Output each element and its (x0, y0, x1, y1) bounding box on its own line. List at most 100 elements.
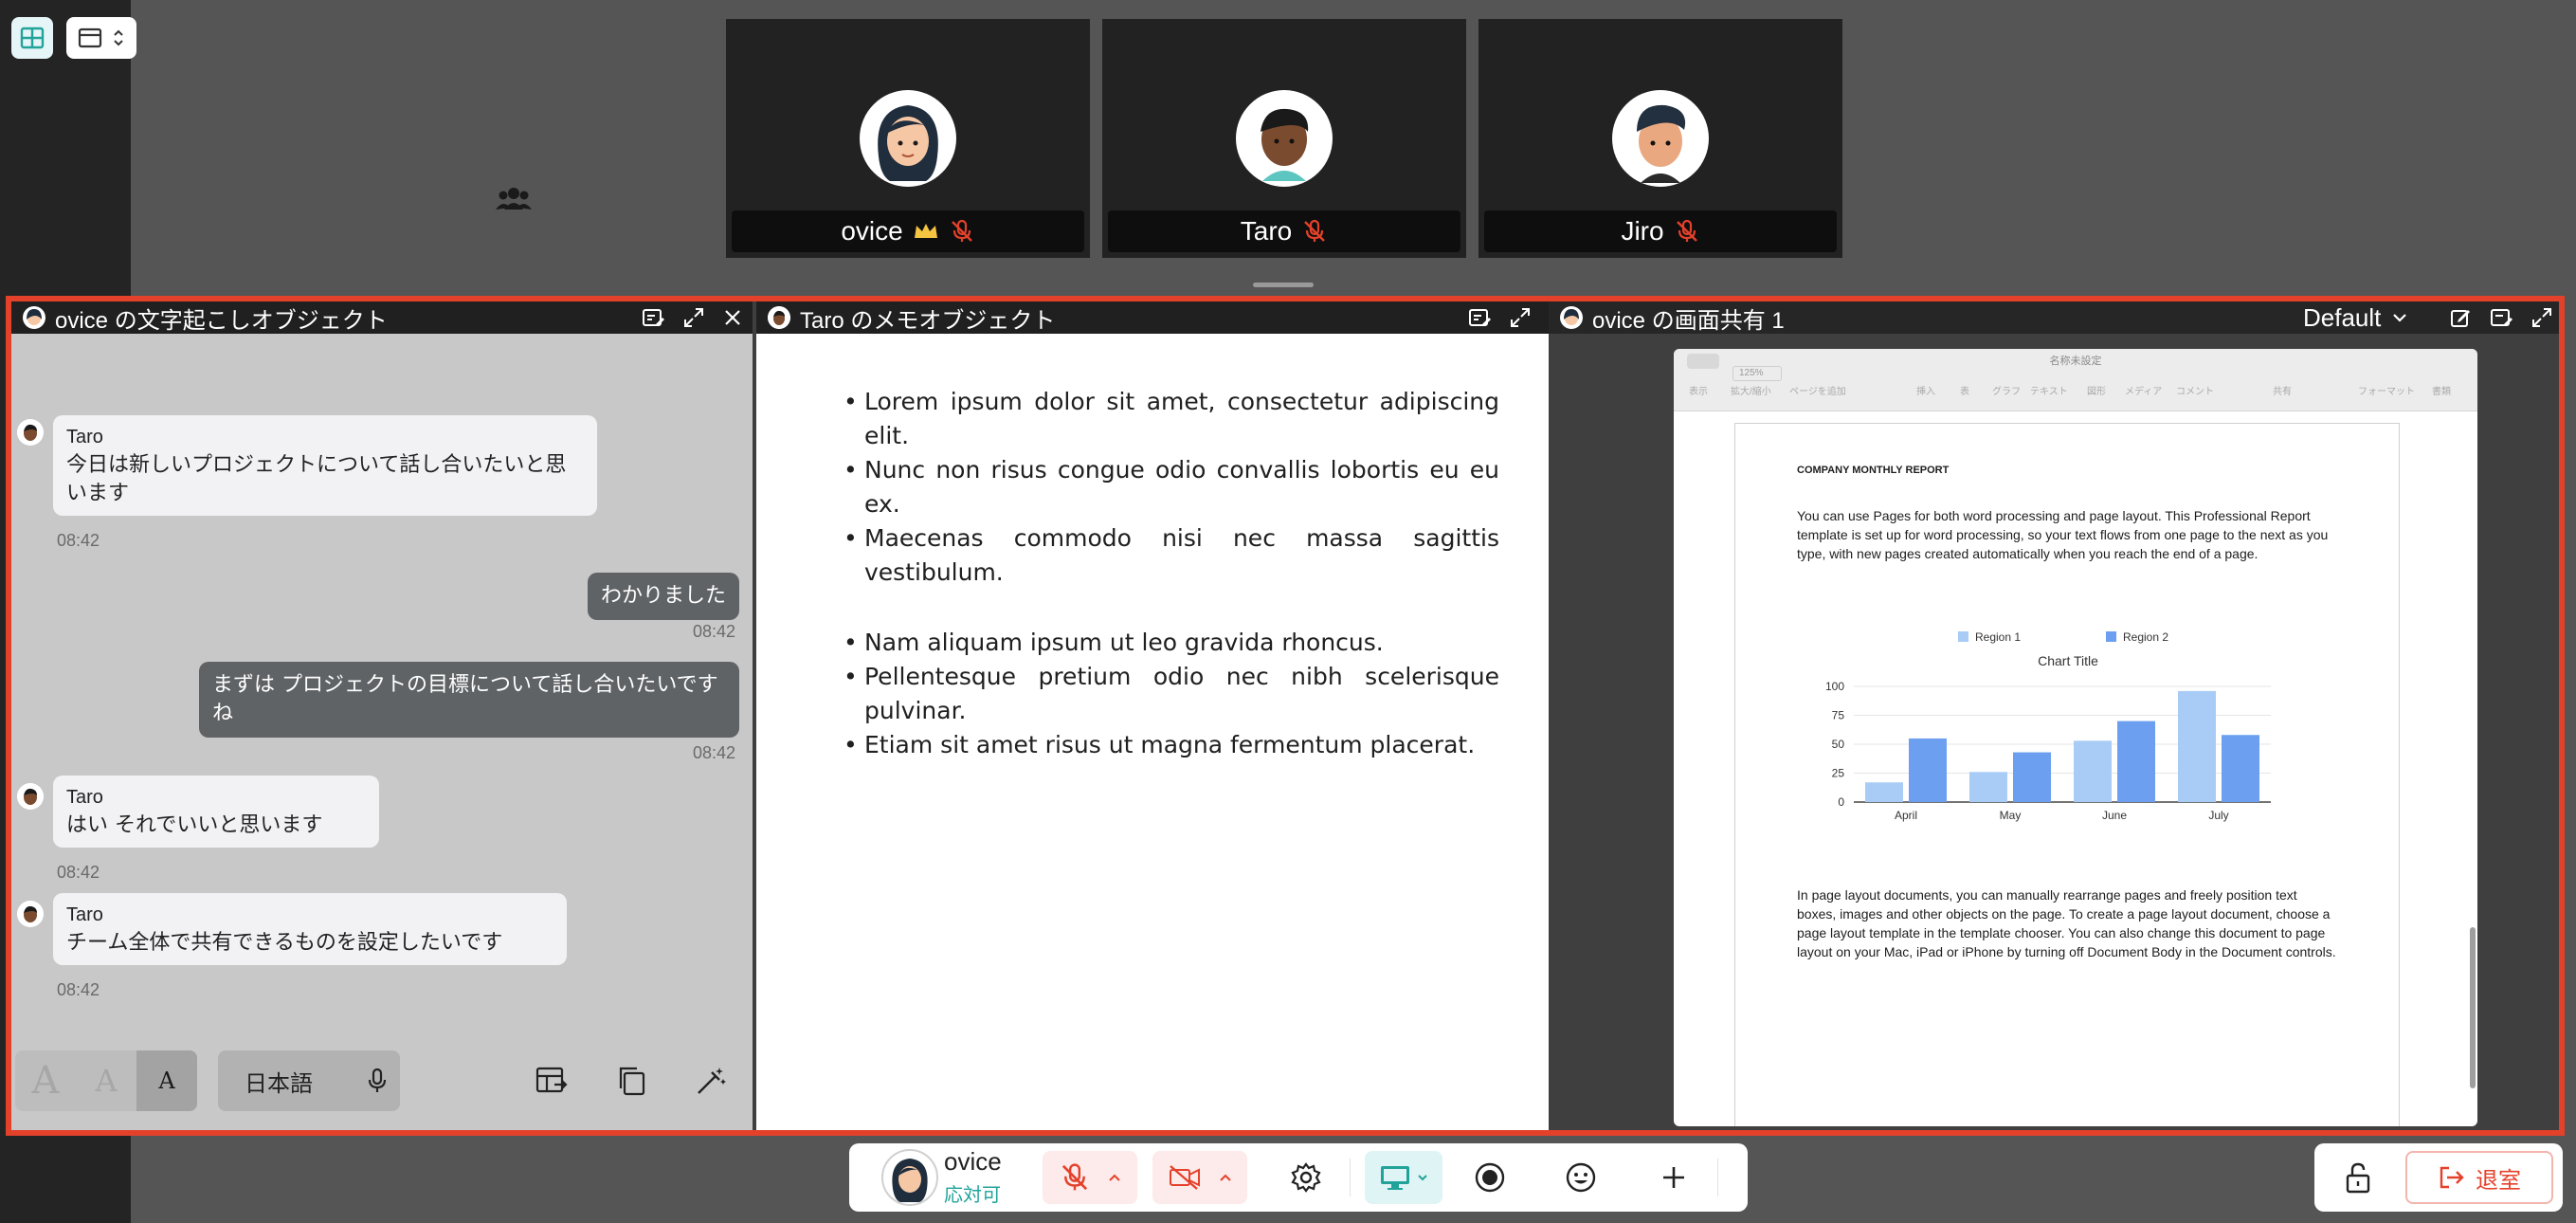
unlock-icon (2346, 1162, 2370, 1194)
avatar (1236, 90, 1333, 187)
avatar (23, 306, 45, 329)
doc-window-title: 名称未設定 (2049, 356, 2102, 367)
avatar (768, 306, 790, 329)
y-tick-label: 25 (1832, 767, 1845, 780)
avatar (1560, 306, 1583, 329)
magic-wand-icon[interactable] (694, 1064, 728, 1098)
chevron-up-icon[interactable] (1108, 1173, 1121, 1182)
camera-off-icon (1170, 1165, 1200, 1190)
layout-select-button[interactable] (66, 17, 136, 59)
bar-chart: Region 1 Region 2 Chart Title 0 25 50 75 100 Apr… (1825, 630, 2271, 822)
bar (1865, 782, 1903, 802)
edit-object-icon[interactable] (2489, 305, 2513, 330)
chevron-down-icon[interactable] (1417, 1173, 1428, 1182)
font-size-large-button[interactable]: A (15, 1050, 76, 1111)
reaction-button[interactable] (1554, 1151, 1607, 1204)
settings-button[interactable] (1279, 1151, 1333, 1204)
expand-icon[interactable] (2531, 306, 2553, 329)
bar (1969, 772, 2007, 802)
edit-object-icon[interactable] (641, 305, 665, 330)
memo-panel[interactable]: Lorem ipsum dolor sit amet, consectetur … (756, 334, 1549, 1130)
avatar[interactable] (881, 1149, 938, 1206)
mic-icon[interactable] (366, 1068, 389, 1094)
doc-tool: コメント (2176, 387, 2214, 397)
export-table-icon[interactable] (535, 1064, 569, 1098)
close-icon[interactable] (722, 307, 743, 328)
monitor-icon (1381, 1166, 1409, 1190)
room-actions-bar: 退室 (2314, 1143, 2563, 1212)
user-status[interactable]: 応対可 (944, 1179, 1001, 1207)
mic-muted-icon (951, 219, 972, 242)
list-item: Taro はい それでいいと思います (53, 776, 379, 848)
speaker-name: Taro (66, 904, 103, 925)
message-text: 今日は新しいプロジェクトについて話し合いたいと思います (66, 453, 567, 505)
grid-view-button[interactable] (11, 17, 53, 59)
list-item: Pellentesque pretium odio nec nibh scele… (844, 660, 1499, 728)
crown-icon (914, 224, 937, 238)
edit-icon[interactable] (2449, 306, 2472, 329)
video-tile-jiro[interactable]: Jiro (1478, 19, 1842, 258)
user-name: ovice (944, 1147, 1002, 1176)
list-item: まずは プロジェクトの目標について話し合いたいですね (199, 662, 739, 738)
scrollbar[interactable] (2470, 927, 2476, 1088)
legend-swatch (2106, 631, 2116, 642)
expand-icon[interactable] (682, 306, 705, 329)
font-size-group: A A A (15, 1050, 197, 1111)
avatar (17, 901, 44, 927)
memo-header-actions (1467, 301, 1532, 334)
bar (2013, 752, 2051, 802)
y-tick-label: 0 (1838, 795, 1844, 809)
doc-tool: テキスト (2030, 387, 2068, 397)
transcription-header-actions (641, 301, 743, 334)
video-tile-ovice[interactable]: ovice (726, 19, 1090, 258)
doc-heading: COMPANY MONTHLY REPORT (1797, 465, 1950, 476)
avatar (17, 419, 44, 446)
lock-button[interactable] (2331, 1151, 2385, 1204)
doc-tool: 挿入 (1916, 387, 1935, 397)
chevron-up-icon[interactable] (1219, 1173, 1232, 1182)
memo-list: Lorem ipsum dolor sit amet, consectetur … (844, 385, 1499, 590)
speaker-name: Taro (66, 427, 103, 447)
doc-tool: 共有 (2273, 387, 2292, 397)
doc-zoom: 125% (1732, 366, 1782, 381)
shared-screen[interactable]: 名称未設定 125% 表示 拡大/縮小 ページを追加 挿入 表 グラフ テキスト… (1674, 349, 2477, 1126)
grid-icon (20, 27, 45, 49)
avatar (860, 90, 956, 187)
leave-button[interactable]: 退室 (2405, 1151, 2553, 1204)
screen-share-button[interactable] (1365, 1151, 1442, 1204)
avatar (17, 783, 44, 810)
layout-icon (78, 27, 102, 48)
record-button[interactable] (1463, 1151, 1516, 1204)
message-time: 08:42 (692, 622, 735, 641)
participants-icon[interactable] (493, 182, 535, 214)
doc-tool: 表示 (1689, 387, 1708, 397)
chart-title: Chart Title (2038, 653, 2098, 668)
list-item: Lorem ipsum dolor sit amet, consectetur … (844, 385, 1499, 453)
bar (2074, 740, 2112, 802)
legend-label: Region 2 (2123, 630, 2168, 644)
message-time: 08:42 (57, 863, 100, 882)
add-object-button[interactable] (1647, 1151, 1700, 1204)
participant-name: Taro (1240, 216, 1293, 246)
mic-toggle-button[interactable] (1043, 1151, 1137, 1204)
language-label: 日本語 (245, 1069, 313, 1097)
doc-tool: メディア (2125, 387, 2163, 397)
edit-object-icon[interactable] (1467, 305, 1492, 330)
language-select[interactable]: 日本語 (218, 1050, 400, 1111)
share-header-actions (2449, 301, 2553, 334)
expand-icon[interactable] (1509, 306, 1532, 329)
bar (2117, 721, 2155, 802)
font-size-medium-button[interactable]: A (76, 1050, 136, 1111)
layout-dropdown[interactable]: Default (2303, 301, 2407, 334)
divider (1717, 1159, 1718, 1196)
video-tile-taro[interactable]: Taro (1102, 19, 1466, 258)
plus-icon (1663, 1167, 1684, 1188)
font-size-small-button[interactable]: A (136, 1050, 197, 1111)
resize-handle[interactable] (1253, 283, 1314, 287)
copy-icon[interactable] (614, 1064, 648, 1098)
camera-toggle-button[interactable] (1152, 1151, 1247, 1204)
x-tick-label: June (2102, 809, 2127, 822)
message-text: チーム全体で共有できるものを設定したいです (66, 931, 503, 955)
transcription-panel[interactable]: Taro 今日は新しいプロジェクトについて話し合いたいと思います 08:42 わ… (11, 334, 753, 1130)
panel-title: ovice の文字起こしオブジェクト (55, 307, 388, 334)
